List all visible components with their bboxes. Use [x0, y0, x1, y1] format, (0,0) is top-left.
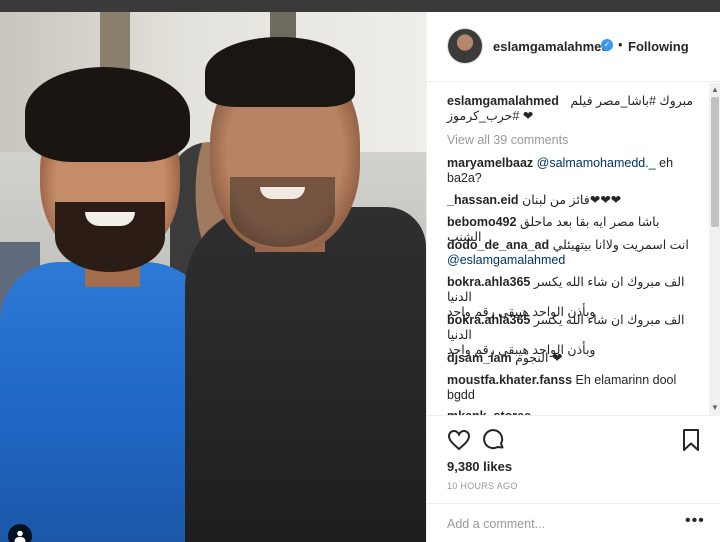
avatar[interactable] — [447, 28, 483, 64]
add-comment-input[interactable]: Add a comment... — [447, 517, 545, 531]
photo-person-left-shirt — [0, 262, 215, 542]
heart-icon[interactable] — [447, 428, 471, 452]
more-options-button[interactable]: ••• — [685, 512, 705, 530]
comment-icon[interactable] — [482, 428, 506, 452]
header-username[interactable]: eslamgamalahmed — [493, 39, 609, 54]
comments-list[interactable]: eslamgamalahmed مبروك #باشا_مصر فيلم ❤ #… — [427, 83, 709, 415]
post-photo[interactable] — [0, 12, 426, 542]
user-icon[interactable] — [8, 524, 32, 542]
post-actions: 9,380 likes 10 HOURS AGO Add a comment..… — [427, 415, 720, 542]
verified-badge-icon: ✓ — [601, 39, 613, 51]
photo-person-left-hair — [25, 67, 190, 162]
comment-text: انت اسمريت ولاانا بيتهيئلي — [552, 238, 689, 252]
separator-dot: • — [618, 37, 623, 52]
comment-mention[interactable]: @salmamohamedd._ — [537, 156, 656, 170]
top-bar — [0, 0, 720, 12]
caption-text: مبروك #باشا_مصر فيلم — [570, 94, 694, 108]
comment-item: djsam_iam ❤ النجوم — [447, 351, 697, 366]
comment-username[interactable]: maryamelbaaz — [447, 156, 533, 170]
comment-username[interactable]: djsam_iam — [447, 351, 512, 365]
bookmark-icon[interactable] — [679, 428, 703, 452]
photo-person-right-shirt — [185, 207, 426, 542]
likes-count[interactable]: 9,380 likes — [447, 459, 512, 474]
comment-username[interactable]: bebomo492 — [447, 215, 516, 229]
comment-username[interactable]: dodo_de_ana_ad — [447, 238, 549, 252]
following-button[interactable]: Following — [628, 39, 689, 54]
scroll-thumb[interactable] — [711, 97, 719, 227]
comment-text: ❤❤❤فائز من لبنان — [522, 193, 622, 207]
comments-scrollbar[interactable]: ▲ ▼ — [709, 83, 720, 415]
photo-person-right-hair — [205, 37, 355, 107]
photo-person-left-smile — [85, 212, 135, 226]
comment-item: moustfa.khater.fanss Eh elamarinn dool b… — [447, 373, 697, 403]
post-timestamp: 10 HOURS AGO — [447, 481, 518, 491]
comment-mention[interactable]: @eslamgamalahmed — [447, 253, 565, 267]
comment-username[interactable]: bokra.ahla365 — [447, 313, 530, 327]
view-all-comments-link[interactable]: View all 39 comments — [447, 133, 697, 148]
comment-username[interactable]: bokra.ahla365 — [447, 275, 530, 289]
photo-beam — [100, 12, 130, 72]
add-comment-bar: Add a comment... ••• — [427, 503, 720, 542]
post-header: eslamgamalahmed ✓ • Following — [427, 12, 720, 82]
scroll-down-icon[interactable]: ▼ — [709, 403, 720, 413]
side-panel: eslamgamalahmed ✓ • Following eslamgamal… — [426, 12, 720, 542]
comment-item: maryamelbaaz @salmamohamedd._ eh ba2a? — [447, 156, 697, 186]
comment-username[interactable]: _hassan.eid — [447, 193, 519, 207]
caption: eslamgamalahmed مبروك #باشا_مصر فيلم ❤ #… — [447, 94, 697, 124]
photo-person-right-smile — [260, 187, 305, 199]
comment-username[interactable]: moustfa.khater.fanss — [447, 373, 572, 387]
caption-username[interactable]: eslamgamalahmed — [447, 94, 559, 108]
caption-text-line2: ❤ #حرب_كرموز — [447, 109, 534, 123]
comment-item: dodo_de_ana_ad انت اسمريت ولاانا بيتهيئل… — [447, 238, 697, 268]
comment-item: _hassan.eid ❤❤❤فائز من لبنان — [447, 193, 697, 208]
scroll-up-icon[interactable]: ▲ — [709, 85, 720, 95]
comment-text: ❤ النجوم — [515, 351, 563, 365]
